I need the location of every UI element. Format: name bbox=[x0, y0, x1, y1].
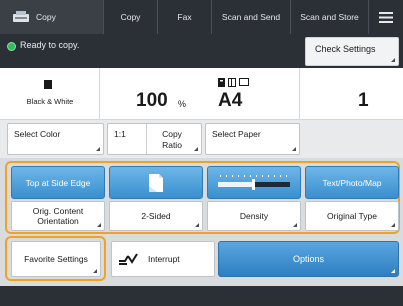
tab-copy-label: Copy bbox=[120, 12, 141, 22]
two-sided-button[interactable]: 2-Sided bbox=[109, 201, 203, 231]
menu-button[interactable] bbox=[369, 0, 403, 34]
divider bbox=[146, 124, 147, 154]
plain-paper-icon bbox=[239, 78, 249, 86]
options-label: Options bbox=[292, 254, 325, 264]
select-color-button[interactable]: Select Color bbox=[7, 123, 104, 155]
interrupt-button[interactable]: Interrupt bbox=[111, 241, 215, 277]
select-paper-button[interactable]: Select Paper bbox=[205, 123, 300, 155]
expand-corner-icon bbox=[97, 223, 101, 227]
tab-scan-send-label: Scan and Send bbox=[221, 12, 281, 22]
paper-drawer-icon bbox=[218, 78, 225, 87]
copy-ratio-display: 100 % bbox=[100, 68, 196, 120]
copies-display: 1 bbox=[300, 68, 403, 120]
check-settings-label: Check Settings bbox=[315, 44, 376, 54]
tab-scan-and-send[interactable]: Scan and Send bbox=[212, 0, 291, 34]
expand-corner-icon bbox=[391, 58, 395, 62]
expand-corner-icon bbox=[96, 147, 100, 151]
orientation-value-button[interactable]: Top at Side Edge bbox=[11, 166, 105, 199]
status-bar: Ready to copy. Check Settings bbox=[0, 34, 403, 68]
hamburger-menu-icon bbox=[379, 11, 393, 23]
expand-corner-icon bbox=[195, 223, 199, 227]
check-settings-button[interactable]: Check Settings bbox=[305, 37, 399, 66]
copy-machine-icon bbox=[12, 10, 30, 24]
bottom-status-strip bbox=[0, 286, 403, 306]
two-sided-icon-button[interactable] bbox=[109, 166, 203, 199]
density-label: Density bbox=[239, 211, 269, 221]
select-paper-label: Select Paper bbox=[212, 129, 261, 139]
two-sided-page-icon bbox=[149, 173, 163, 192]
expand-corner-icon bbox=[194, 147, 198, 151]
expand-corner-icon bbox=[292, 147, 296, 151]
select-color-label: Select Color bbox=[14, 129, 61, 139]
copy-ratio-label: Copy Ratio bbox=[162, 129, 182, 150]
tab-fax[interactable]: Fax bbox=[158, 0, 212, 34]
ready-status-icon bbox=[7, 42, 16, 51]
density-button[interactable]: Density bbox=[207, 201, 301, 231]
original-type-setting[interactable]: Text/Photo/Map Original Type bbox=[305, 166, 399, 231]
expand-corner-icon bbox=[93, 269, 97, 273]
ratio-unit: % bbox=[178, 99, 187, 109]
favorite-settings-button[interactable]: Favorite Settings bbox=[11, 241, 101, 277]
favorite-settings-label: Favorite Settings bbox=[24, 254, 88, 264]
top-tab-bar: Copy Copy Fax Scan and Send Scan and Sto… bbox=[0, 0, 403, 34]
paper-size-value: A4 bbox=[218, 90, 243, 111]
color-mode-label: Black & White bbox=[26, 97, 74, 106]
expand-corner-icon bbox=[293, 223, 297, 227]
paper-display: A4 bbox=[196, 68, 300, 120]
options-button[interactable]: Options bbox=[218, 241, 399, 277]
density-setting[interactable]: Density bbox=[207, 166, 301, 231]
orig-content-orientation-button[interactable]: Orig. Content Orientation bbox=[11, 201, 105, 231]
copy-screen: Copy Copy Fax Scan and Send Scan and Sto… bbox=[0, 0, 403, 306]
original-type-value-button[interactable]: Text/Photo/Map bbox=[305, 166, 399, 199]
original-type-button[interactable]: Original Type bbox=[305, 201, 399, 231]
density-scale-icon bbox=[218, 174, 290, 190]
copy-ratio-button[interactable]: 1:1 Copy Ratio bbox=[107, 123, 202, 155]
orientation-label: Orig. Content Orientation bbox=[32, 206, 84, 226]
status-message: Ready to copy. bbox=[20, 40, 80, 50]
tab-copy-home[interactable]: Copy bbox=[0, 0, 104, 34]
paper-cassette-icon bbox=[228, 78, 236, 87]
two-sided-setting[interactable]: 2-Sided bbox=[109, 166, 203, 231]
paper-source-icons bbox=[218, 78, 249, 87]
orientation-setting[interactable]: Top at Side Edge Orig. Content Orientati… bbox=[11, 166, 105, 231]
current-settings-display: Black & White 100 % A4 1 bbox=[0, 68, 403, 120]
tab-fax-label: Fax bbox=[177, 12, 192, 22]
ratio-one-to-one[interactable]: 1:1 bbox=[114, 129, 126, 139]
expand-corner-icon bbox=[391, 269, 395, 273]
interrupt-arrow-icon bbox=[119, 253, 138, 265]
tab-scan-store-label: Scan and Store bbox=[300, 12, 359, 22]
original-type-label: Original Type bbox=[327, 211, 377, 221]
density-slider-button[interactable] bbox=[207, 166, 301, 199]
settings-panel: Top at Side Edge Orig. Content Orientati… bbox=[0, 158, 403, 286]
ratio-value: 100 bbox=[136, 90, 168, 111]
tab-copy[interactable]: Copy bbox=[104, 0, 158, 34]
interrupt-label: Interrupt bbox=[148, 254, 180, 264]
copies-count: 1 bbox=[358, 90, 369, 111]
quick-buttons-row: Select Color 1:1 Copy Ratio Select Paper bbox=[0, 120, 403, 158]
tab-scan-and-store[interactable]: Scan and Store bbox=[291, 0, 369, 34]
tab-home-label: Copy bbox=[36, 12, 56, 22]
color-mode-display: Black & White bbox=[0, 68, 100, 120]
two-sided-label: 2-Sided bbox=[141, 211, 171, 221]
expand-corner-icon bbox=[391, 223, 395, 227]
black-white-icon bbox=[44, 80, 52, 89]
